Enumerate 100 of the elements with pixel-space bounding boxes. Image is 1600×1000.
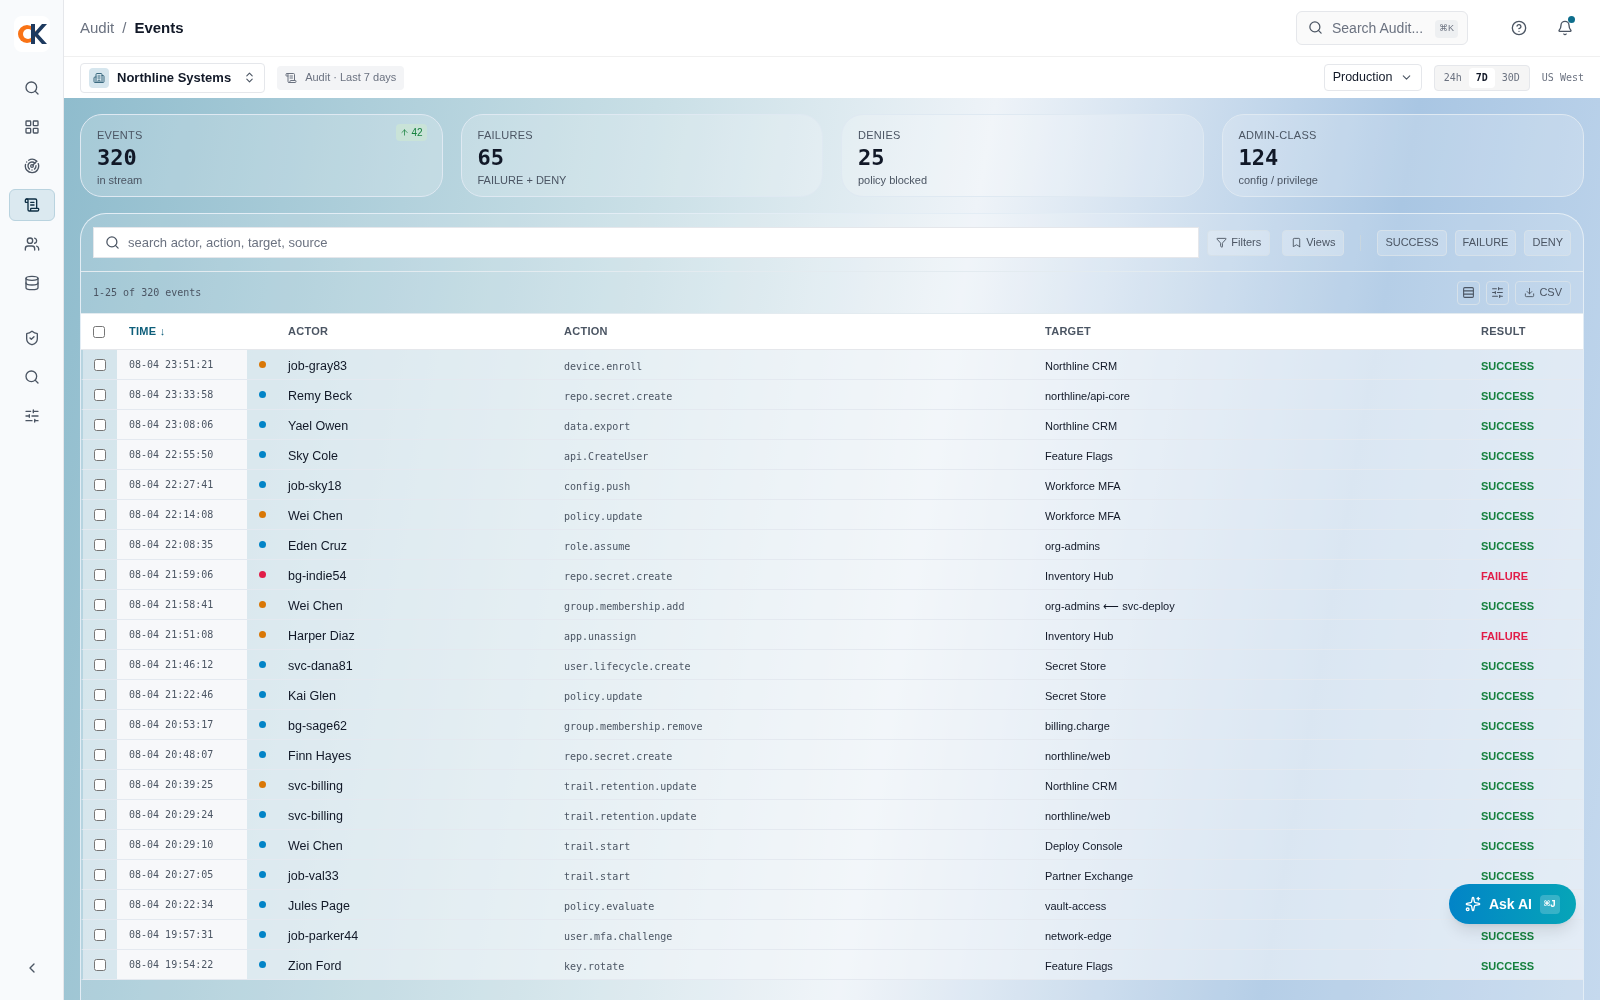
table-row[interactable]: 08-04 19:57:31 job-parker44 user.mfa.challenge network-edge SUCCESS [81,920,1583,950]
table-row[interactable]: 08-04 21:58:41 Wei Chen group.membership.add org-admins ⟵ svc-deploy SUCCESS [81,590,1583,620]
row-checkbox[interactable] [94,478,106,491]
row-checkbox[interactable] [94,898,106,911]
row-checkbox[interactable] [94,778,106,791]
views-button[interactable]: Views [1282,229,1345,256]
row-checkbox[interactable] [94,628,106,641]
target-cell: Northline CRM [1045,359,1118,372]
table-row[interactable]: 08-04 22:55:50 Sky Cole api.CreateUser Feature Flags SUCCESS [81,440,1583,470]
row-checkbox[interactable] [94,808,106,821]
target-cell: Secret Store [1045,689,1107,702]
result-cell: SUCCESS [1481,779,1535,792]
actor-cell: svc-dana81 [288,658,353,673]
result-cell: FAILURE [1481,629,1529,642]
row-checkbox[interactable] [94,658,106,671]
table-row[interactable]: 08-04 23:08:06 Yael Owen data.export Northline CRM SUCCESS [81,410,1583,440]
org-switcher[interactable]: Northline Systems [80,62,266,93]
row-checkbox[interactable] [94,538,106,551]
row-checkbox[interactable] [94,928,106,941]
table-row[interactable]: 08-04 22:14:08 Wei Chen policy.update Workforce MFA SUCCESS [81,500,1583,530]
actor-cell: Wei Chen [288,508,343,523]
row-checkbox[interactable] [94,688,106,701]
breadcrumb-link[interactable]: Audit [80,16,115,40]
table-row[interactable]: 08-04 21:51:08 Harper Diaz app.unassign Inventory Hub FAILURE [81,620,1583,650]
stat-caption: config / privilege [1238,172,1318,188]
sliders-icon [23,408,40,424]
row-checkbox[interactable] [94,388,106,401]
action-cell: trail.start [564,870,631,882]
actor-cell: bg-sage62 [288,718,348,733]
ask-ai-button[interactable]: Ask AI ⌘J [1448,884,1576,924]
row-checkbox[interactable] [94,868,106,881]
search-icon [105,235,120,250]
row-checkbox[interactable] [94,508,106,521]
result-cell: SUCCESS [1481,719,1535,732]
table-row[interactable]: 08-04 20:29:24 svc-billing trail.retention.update northline/web SUCCESS [81,800,1583,830]
row-checkbox[interactable] [94,418,106,431]
table-row[interactable]: 08-04 22:27:41 job-sky18 config.push Workforce MFA SUCCESS [81,470,1583,500]
action-cell: repo.secret.create [564,390,673,402]
column-header[interactable]: ACTION [564,325,608,338]
table-row[interactable]: 08-04 22:08:35 Eden Cruz role.assume org-admins SUCCESS [81,530,1583,560]
columns-button[interactable] [1486,280,1510,305]
search-field[interactable]: search actor, action, target, source [93,227,1200,258]
table-row[interactable]: 08-04 21:46:12 svc-dana81 user.lifecycle.create Secret Store SUCCESS [81,650,1583,680]
table-row[interactable]: 08-04 21:59:06 bg-indie54 repo.secret.create Inventory Hub FAILURE [81,560,1583,590]
action-cell: group.membership.add [564,600,685,612]
column-header[interactable]: TIME ↓ [129,325,166,338]
target-cell: Workforce MFA [1045,479,1121,492]
row-checkbox[interactable] [94,958,106,971]
action-cell: trail.start [564,840,631,852]
column-header[interactable]: TARGET [1045,325,1092,338]
range-option[interactable]: 7D [1468,67,1495,88]
time-cell-text: 08-04 21:51:08 [129,628,214,642]
row-checkbox[interactable] [94,718,106,731]
table-row[interactable]: 08-04 23:33:58 Remy Beck repo.secret.create northline/api-core SUCCESS [81,380,1583,410]
app-logo[interactable] [13,16,50,52]
sidebar-item[interactable] [8,189,55,221]
search-icon [23,369,40,385]
table-row[interactable]: 08-04 19:54:22 Zion Ford key.rotate Feature Flags SUCCESS [81,950,1583,980]
column-header[interactable]: ACTOR [288,325,329,338]
sparkle-icon [1464,896,1481,912]
breadcrumb-separator: / [122,17,127,38]
row-checkbox[interactable] [94,358,106,371]
logo-icon [16,22,47,46]
target-cell: Inventory Hub [1045,629,1114,642]
table-row[interactable]: 08-04 20:53:17 bg-sage62 group.membership.remove billing.charge SUCCESS [81,710,1583,740]
row-checkbox[interactable] [94,748,106,761]
table-row[interactable]: 08-04 20:48:07 Finn Hayes repo.secret.create northline/web SUCCESS [81,740,1583,770]
target-cell: Deploy Console [1045,839,1123,852]
select-all-checkbox[interactable] [93,325,105,338]
table-row[interactable]: 08-04 23:51:21 job-gray83 device.enroll Northline CRM SUCCESS [81,350,1583,380]
result-filter-chip[interactable]: FAILURE [1454,229,1517,256]
result-filter-chip[interactable]: SUCCESS [1377,229,1447,256]
time-cell-text: 08-04 22:14:08 [129,508,214,522]
table-row[interactable]: 08-04 20:29:10 Wei Chen trail.start Deploy Console SUCCESS [81,830,1583,860]
column-header[interactable]: RESULT [1481,325,1526,338]
time-cell-text: 08-04 21:59:06 [129,568,214,582]
table-row[interactable]: 08-04 21:22:46 Kai Glen policy.update Secret Store SUCCESS [81,680,1583,710]
actor-cell: Harper Diaz [288,628,355,643]
row-checkbox[interactable] [94,448,106,461]
time-cell-text: 08-04 20:39:25 [129,778,214,792]
row-checkbox[interactable] [94,568,106,581]
row-checkbox[interactable] [94,598,106,611]
action-cell: key.rotate [564,960,625,972]
stat-caption: policy blocked [858,172,928,188]
export-button[interactable]: CSV [1515,280,1571,305]
filters-button[interactable]: Filters [1207,229,1271,256]
range-option[interactable]: 24h [1436,67,1469,88]
result-cell: SUCCESS [1481,809,1535,822]
table-row[interactable]: 08-04 20:27:05 job-val33 trail.start Partner Exchange SUCCESS [81,860,1583,890]
range-option[interactable]: 30D [1494,67,1527,88]
time-cell-text: 08-04 19:54:22 [129,958,214,972]
density-button[interactable] [1457,280,1481,305]
table-row[interactable]: 08-04 20:39:25 svc-billing trail.retention.update Northline CRM SUCCESS [81,770,1583,800]
environment-select[interactable]: Production [1323,64,1422,91]
result-cell: SUCCESS [1481,389,1535,402]
result-cell: SUCCESS [1481,359,1535,372]
target-cell: Northline CRM [1045,419,1118,432]
result-filter-chip[interactable]: DENY [1524,229,1571,256]
actor-cell: svc-billing [288,808,343,823]
row-checkbox[interactable] [94,838,106,851]
